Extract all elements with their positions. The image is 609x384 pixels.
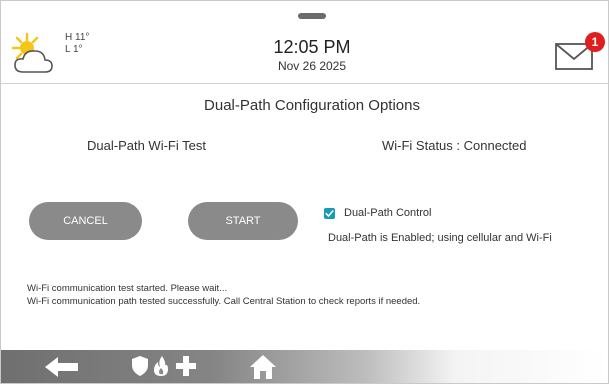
dual-path-control-checkbox[interactable]: Dual-Path Control bbox=[324, 206, 431, 220]
pull-down-handle[interactable] bbox=[298, 13, 326, 19]
bottom-navbar bbox=[1, 350, 608, 383]
low-temp: L 1° bbox=[65, 44, 83, 55]
dual-path-status: Dual-Path is Enabled; using cellular and… bbox=[328, 232, 552, 244]
clock: 12:05 PM Nov 26 2025 bbox=[221, 37, 403, 74]
header-divider bbox=[1, 83, 608, 84]
start-button[interactable]: START bbox=[188, 202, 298, 240]
unread-badge: 1 bbox=[585, 32, 605, 52]
wifi-test-label: Dual-Path Wi-Fi Test bbox=[87, 138, 206, 153]
partly-sunny-icon bbox=[11, 32, 53, 73]
fire-icon[interactable] bbox=[153, 356, 170, 376]
dual-path-control-label: Dual-Path Control bbox=[344, 207, 432, 219]
shield-icon[interactable] bbox=[132, 356, 148, 376]
log-line: Wi-Fi communication path tested successf… bbox=[27, 296, 421, 307]
weather-widget[interactable]: H 11° L 1° bbox=[7, 29, 97, 77]
back-arrow-icon[interactable] bbox=[45, 357, 79, 377]
wifi-status: Wi-Fi Status : Connected bbox=[382, 138, 527, 153]
cancel-button[interactable]: CANCEL bbox=[29, 202, 142, 240]
temperature-range: H 11° L 1° bbox=[65, 32, 89, 56]
checkbox-checked-icon[interactable] bbox=[324, 207, 335, 219]
home-icon[interactable] bbox=[250, 355, 276, 379]
current-time: 12:05 PM bbox=[273, 37, 351, 57]
page-title: Dual-Path Configuration Options bbox=[204, 97, 420, 114]
test-log: Wi-Fi communication test started. Please… bbox=[27, 282, 420, 308]
log-line: Wi-Fi communication test started. Please… bbox=[27, 283, 228, 294]
current-date: Nov 26 2025 bbox=[277, 59, 347, 73]
medical-cross-icon[interactable] bbox=[176, 356, 196, 376]
high-temp: H 11° bbox=[65, 32, 90, 43]
panel-screen: H 11° L 1° 12:05 PM Nov 26 2025 1 Dual-P… bbox=[0, 0, 609, 384]
messages-button[interactable]: 1 bbox=[554, 32, 608, 72]
